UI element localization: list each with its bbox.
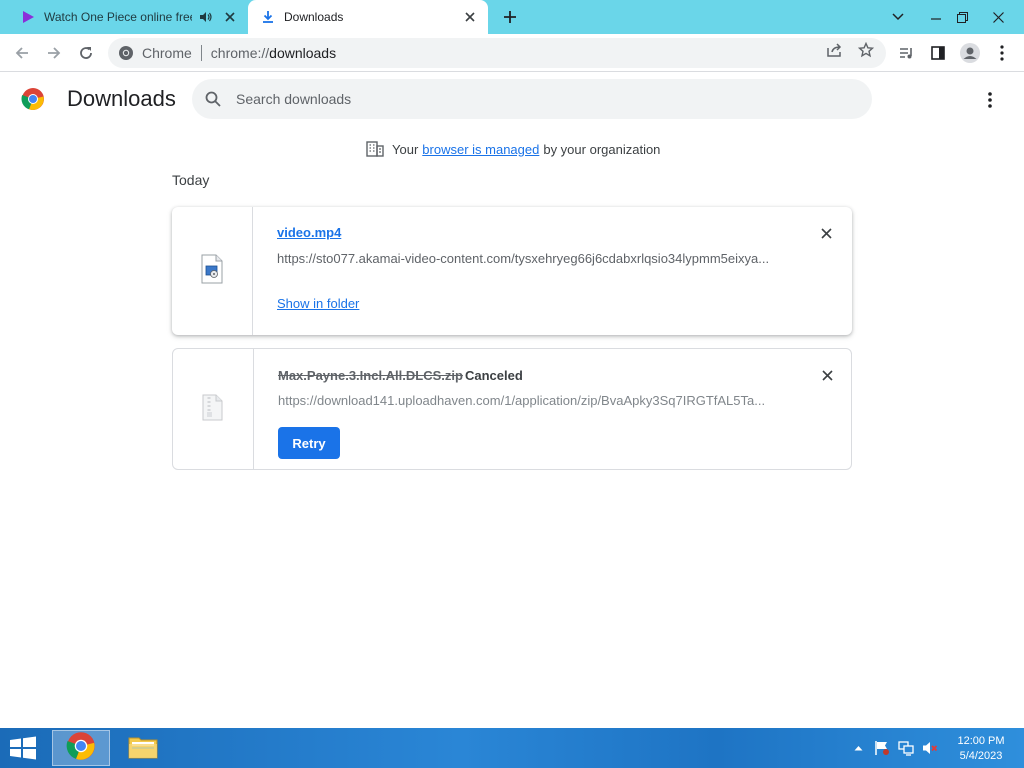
- managed-notice: Your browser is managed by your organiza…: [366, 140, 660, 158]
- speaker-icon[interactable]: [198, 9, 214, 25]
- tab-title: Downloads: [284, 10, 344, 24]
- forward-button[interactable]: [42, 41, 66, 65]
- taskbar-file-explorer[interactable]: [114, 730, 172, 766]
- folder-icon: [127, 732, 159, 765]
- taskbar-chrome[interactable]: [52, 730, 110, 766]
- windows-start-icon[interactable]: [8, 736, 38, 760]
- windows-taskbar: 12:00 PM 5/4/2023: [0, 728, 1024, 768]
- file-icon-column: [172, 207, 253, 335]
- tab-title: Watch One Piece online free: [44, 10, 192, 24]
- remove-download-icon[interactable]: [818, 366, 836, 384]
- share-icon[interactable]: [825, 41, 843, 59]
- more-actions-icon[interactable]: [978, 88, 1002, 112]
- search-icon: [204, 90, 222, 108]
- reload-button[interactable]: [74, 41, 98, 65]
- zip-file-icon: [198, 392, 228, 427]
- restore-button[interactable]: [946, 0, 978, 34]
- chrome-menu-icon[interactable]: [990, 41, 1014, 65]
- retry-button[interactable]: Retry: [278, 427, 340, 459]
- url-scheme: chrome://: [210, 45, 270, 61]
- file-icon-column: [173, 349, 254, 469]
- tab-strip: Watch One Piece online free Downloads: [0, 0, 1024, 34]
- browser-managed-link[interactable]: browser is managed: [422, 142, 539, 157]
- browser-toolbar: Chrome chrome://downloads: [0, 34, 1024, 72]
- download-icon: [260, 9, 276, 25]
- volume-muted-icon[interactable]: [920, 728, 940, 768]
- omnibox-separator: [200, 45, 202, 61]
- play-icon: [20, 9, 36, 25]
- show-in-folder-link[interactable]: Show in folder: [277, 296, 359, 311]
- tab-downloads[interactable]: Downloads: [248, 0, 488, 34]
- managed-suffix: by your organization: [543, 141, 661, 157]
- download-filename-link[interactable]: video.mp4: [277, 225, 341, 240]
- download-source-url[interactable]: https://download141.uploadhaven.com/1/ap…: [278, 393, 778, 408]
- download-filename: Max.Payne.3.Incl.All.DLCS.zip: [278, 368, 463, 383]
- close-icon[interactable]: [462, 9, 478, 25]
- bookmark-star-icon[interactable]: [857, 41, 875, 59]
- date-section-title: Today: [172, 172, 210, 188]
- search-downloads[interactable]: [192, 79, 872, 119]
- clock-time: 12:00 PM: [957, 735, 1005, 747]
- chrome-logo-icon: [66, 731, 96, 766]
- managed-prefix: Your: [392, 141, 419, 157]
- chrome-logo-icon: [21, 87, 45, 111]
- downloads-header: Downloads: [0, 72, 1024, 128]
- close-icon[interactable]: [222, 9, 238, 25]
- media-controls-icon[interactable]: [894, 41, 918, 65]
- address-bar[interactable]: Chrome chrome://downloads: [108, 38, 886, 68]
- download-item: Max.Payne.3.Incl.All.DLCS.zip Canceled h…: [172, 348, 852, 470]
- clock-date: 5/4/2023: [959, 750, 1003, 762]
- video-file-icon: [200, 254, 224, 289]
- remove-download-icon[interactable]: [817, 224, 835, 242]
- back-button[interactable]: [10, 41, 34, 65]
- download-status: Canceled: [465, 368, 523, 383]
- url-host: downloads: [269, 45, 337, 61]
- page-title: Downloads: [67, 86, 176, 111]
- chrome-icon: [118, 45, 134, 61]
- search-input[interactable]: [236, 91, 836, 107]
- close-window-button[interactable]: [982, 0, 1014, 34]
- system-clock[interactable]: 12:00 PM 5/4/2023: [946, 734, 1016, 764]
- chrome-chip-label: Chrome: [142, 45, 192, 61]
- profile-avatar[interactable]: [958, 41, 982, 65]
- side-panel-icon[interactable]: [926, 41, 950, 65]
- tab-one-piece[interactable]: Watch One Piece online free: [8, 0, 248, 34]
- show-hidden-icons-chevron[interactable]: [850, 728, 866, 768]
- network-icon[interactable]: [896, 728, 916, 768]
- action-center-flag-icon[interactable]: [872, 728, 892, 768]
- tab-search-button[interactable]: [882, 0, 914, 34]
- building-icon: [366, 140, 384, 158]
- download-source-url[interactable]: https://sto077.akamai-video-content.com/…: [277, 251, 777, 266]
- download-item: video.mp4 https://sto077.akamai-video-co…: [172, 207, 852, 335]
- new-tab-button[interactable]: [500, 7, 520, 27]
